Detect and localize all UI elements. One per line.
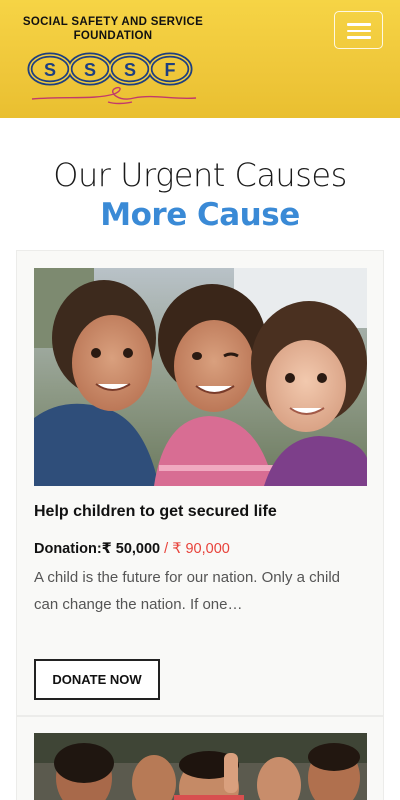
logo-name-line1: SOCIAL SAFETY AND SERVICE	[22, 16, 204, 28]
donation-raised: Donation:₹ 50,000	[34, 541, 161, 557]
cause-description: A child is the future for our nation. On…	[34, 569, 340, 613]
donate-now-button[interactable]: DONATE NOW	[34, 659, 160, 700]
donation-goal: / ₹ 90,000	[164, 541, 230, 557]
hamburger-menu-icon	[347, 29, 371, 32]
cause-card	[16, 716, 384, 800]
site-header: SOCIAL SAFETY AND SERVICE FOUNDATION S S…	[0, 0, 400, 118]
cause-card: Help children to get secured life Donati…	[16, 250, 384, 716]
donation-amount: Donation:₹ 50,000 / ₹ 90,000	[34, 541, 230, 557]
logo-letter: S	[124, 60, 136, 80]
logo-letter: F	[165, 60, 176, 80]
children-photo-icon	[34, 268, 367, 486]
hamburger-menu-icon	[347, 23, 371, 26]
children-group-photo-icon	[34, 733, 367, 800]
logo-emblem-icon: S S S F	[27, 52, 197, 105]
cause-title[interactable]: Help children to get secured life	[34, 503, 374, 521]
section-title: Our Urgent Causes	[53, 156, 347, 194]
more-cause-link[interactable]: More Cause	[0, 197, 400, 233]
logo-letter: S	[84, 60, 96, 80]
menu-toggle-button[interactable]	[334, 11, 383, 49]
logo-letter: S	[44, 60, 56, 80]
cause-image[interactable]	[34, 268, 367, 486]
logo-name-line2: FOUNDATION	[73, 30, 153, 42]
sssf-logo[interactable]: SOCIAL SAFETY AND SERVICE FOUNDATION S S…	[22, 14, 204, 110]
cause-image[interactable]	[34, 733, 367, 800]
hamburger-menu-icon	[347, 36, 371, 39]
